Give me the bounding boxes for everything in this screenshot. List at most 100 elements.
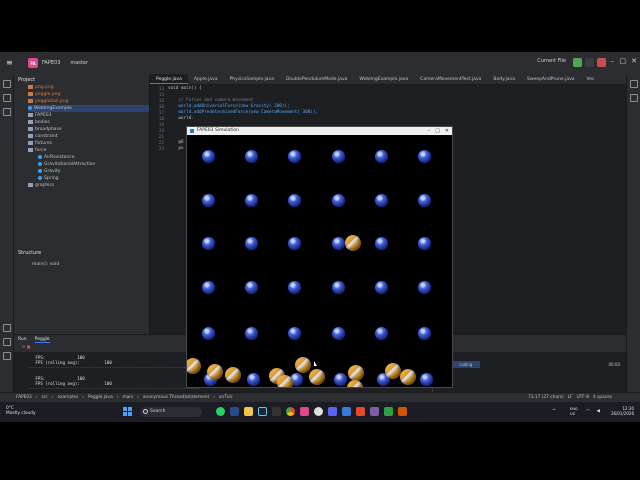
project-name[interactable]: FAPE03 bbox=[42, 60, 60, 66]
right-tool-strip bbox=[626, 74, 640, 422]
windows-start-icon[interactable] bbox=[123, 407, 133, 417]
run-config-selector[interactable]: Current File bbox=[533, 58, 570, 68]
tree-item[interactable]: GravitationalAttraction bbox=[28, 161, 149, 168]
tree-item[interactable]: pegglaball.png bbox=[28, 98, 149, 105]
status-item[interactable]: 4 spaces bbox=[593, 395, 612, 400]
run-tab[interactable]: Run bbox=[18, 337, 27, 342]
minimize-button[interactable]: – bbox=[611, 57, 615, 65]
run-config-tab[interactable]: Peggle bbox=[34, 337, 50, 343]
tree-item-label: WebImgExample bbox=[34, 106, 72, 111]
project-tool-icon[interactable] bbox=[3, 80, 11, 88]
breadcrumb-item[interactable]: Peggle.java bbox=[88, 395, 113, 400]
tree-item[interactable]: FAPE03 bbox=[28, 112, 149, 119]
app-icon[interactable] bbox=[230, 407, 239, 416]
branch-selector[interactable]: master bbox=[70, 60, 88, 66]
tree-item[interactable]: AirResistance bbox=[28, 154, 149, 161]
editor-tab[interactable]: PhysicsSample.java bbox=[224, 74, 280, 84]
github-icon[interactable] bbox=[314, 407, 323, 416]
whatsapp-icon[interactable] bbox=[216, 407, 225, 416]
file-explorer-icon[interactable] bbox=[244, 407, 253, 416]
tree-item[interactable]: bodies bbox=[28, 119, 149, 126]
game-canvas[interactable] bbox=[187, 135, 452, 387]
intellij-icon[interactable] bbox=[300, 407, 309, 416]
tree-item[interactable]: broadphase bbox=[28, 126, 149, 133]
app-icon-4[interactable] bbox=[370, 407, 379, 416]
breadcrumb-item[interactable]: examples bbox=[58, 395, 79, 400]
editor-tab[interactable]: CameraMovementTest.java bbox=[414, 74, 487, 84]
app-icon-5[interactable] bbox=[384, 407, 393, 416]
tree-item[interactable]: Gravity bbox=[28, 168, 149, 175]
java-icon[interactable] bbox=[398, 407, 407, 416]
tree-item[interactable]: constraint bbox=[28, 133, 149, 140]
stop-run-icon[interactable]: ■ bbox=[27, 344, 31, 349]
debug-icon[interactable] bbox=[585, 58, 594, 67]
discord-icon[interactable] bbox=[328, 407, 337, 416]
editor-tab[interactable]: Vec bbox=[581, 74, 601, 84]
breadcrumb-item[interactable]: main bbox=[122, 395, 133, 400]
tree-item[interactable]: graphics bbox=[28, 182, 149, 189]
peg bbox=[288, 281, 301, 294]
editor-tab[interactable]: SweepAndPrune.java bbox=[521, 74, 581, 84]
editor-tab[interactable]: Peggle.java bbox=[150, 74, 188, 84]
menu-icon[interactable]: ≡ bbox=[6, 58, 13, 67]
taskbar-search[interactable]: Search bbox=[140, 407, 202, 417]
breadcrumb-item[interactable]: onTick bbox=[219, 395, 233, 400]
stop-icon[interactable] bbox=[597, 58, 606, 67]
screen: ≡ FA FAPE03 master Current File – □ ✕ Pr… bbox=[0, 52, 640, 422]
tree-item[interactable]: WebImgExample bbox=[28, 105, 149, 112]
ball bbox=[348, 365, 364, 381]
mouse-cursor-icon bbox=[314, 361, 317, 366]
app-icon-3[interactable] bbox=[356, 407, 365, 416]
gradle-icon[interactable] bbox=[630, 94, 638, 102]
peg bbox=[202, 194, 215, 207]
tray-chevron-icon[interactable]: ^ bbox=[552, 409, 556, 414]
simulation-title: FAPE03 Simulation bbox=[197, 128, 239, 133]
wifi-icon[interactable]: ◠ bbox=[586, 409, 590, 414]
simulation-window[interactable]: FAPE03 Simulation – □ ✕ bbox=[186, 126, 453, 388]
breadcrumb[interactable]: FAPE03 › src › examples › Peggle.java › main › ano… bbox=[16, 395, 237, 400]
problems-tool-icon[interactable] bbox=[3, 352, 11, 360]
tree-item[interactable]: Spring bbox=[28, 175, 149, 182]
java-class-icon bbox=[28, 105, 32, 110]
terminal-icon[interactable] bbox=[272, 407, 281, 416]
terminal-tool-icon[interactable] bbox=[3, 338, 11, 346]
weather-widget[interactable]: 0°C Mostly cloudy bbox=[6, 406, 36, 416]
volume-icon[interactable]: ◀ bbox=[597, 409, 600, 414]
chrome-icon[interactable] bbox=[286, 407, 295, 416]
breadcrumb-item[interactable]: src bbox=[42, 395, 48, 400]
editor-tab[interactable]: DoublePendulumMode.java bbox=[280, 74, 353, 84]
tree-item[interactable]: peggle.png bbox=[28, 91, 149, 98]
breadcrumb-item[interactable]: FAPE03 bbox=[16, 395, 32, 400]
tree-item[interactable]: png.png bbox=[28, 84, 149, 91]
editor-tab[interactable]: Body.java bbox=[487, 74, 521, 84]
structure-tool-icon[interactable] bbox=[3, 108, 11, 116]
run-tool-icon[interactable] bbox=[3, 324, 11, 332]
tree-item[interactable]: fixtures bbox=[28, 140, 149, 147]
structure-item[interactable]: main(): void bbox=[32, 262, 59, 267]
clock[interactable]: 12:30 26/01/2026 bbox=[611, 406, 634, 416]
rerun-icon[interactable]: ⟳ bbox=[22, 344, 25, 349]
close-button[interactable]: ✕ bbox=[631, 57, 637, 65]
sim-minimize-button[interactable]: – bbox=[428, 127, 431, 135]
editor-tab[interactable]: WebImgExample.java bbox=[353, 74, 414, 84]
tree-item[interactable]: force bbox=[28, 147, 149, 154]
language-indicator[interactable]: ENG US bbox=[570, 406, 578, 416]
peg bbox=[202, 327, 215, 340]
steam-icon[interactable] bbox=[258, 407, 267, 416]
status-right[interactable]: 73:17 (27 chars) LF UTF-8 4 spaces bbox=[528, 395, 616, 400]
run-icon[interactable] bbox=[573, 58, 582, 67]
app-icon-2[interactable] bbox=[342, 407, 351, 416]
notifications-icon[interactable] bbox=[630, 80, 638, 88]
maximize-button[interactable]: □ bbox=[619, 57, 626, 65]
breadcrumb-item[interactable]: anonymous Thread$statement bbox=[143, 395, 209, 400]
sim-close-button[interactable]: ✕ bbox=[445, 127, 449, 135]
ball bbox=[225, 367, 241, 383]
commit-tool-icon[interactable] bbox=[3, 94, 11, 102]
sim-maximize-button[interactable]: □ bbox=[435, 127, 440, 135]
java-window-icon bbox=[190, 129, 194, 133]
status-item[interactable]: UTF-8 bbox=[577, 395, 590, 400]
editor-tab[interactable]: Apple.java bbox=[188, 74, 224, 84]
tree-item-label: Gravity bbox=[44, 169, 61, 174]
status-item[interactable]: LF bbox=[568, 395, 573, 400]
status-item[interactable]: 73:17 (27 chars) bbox=[528, 395, 564, 400]
